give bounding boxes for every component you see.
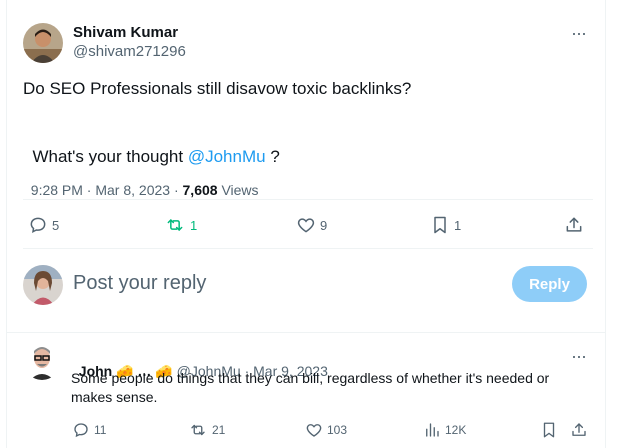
tweet-meta: 9:28 PM · Mar 8, 2023 · 7,608 Views <box>23 166 259 198</box>
share-icon <box>566 217 582 232</box>
tweet-text-prefix: What's your thought <box>32 147 188 166</box>
heart-icon <box>306 424 322 437</box>
reply-author-avatar-image <box>24 344 60 380</box>
reply-author-avatar[interactable] <box>24 344 60 380</box>
reply-action[interactable]: 5 <box>28 215 59 235</box>
views-icon <box>426 423 439 437</box>
share-icon <box>572 423 586 436</box>
reply-like-count: 103 <box>327 423 348 437</box>
views-count: 7,608 <box>182 182 218 198</box>
heart-icon <box>297 218 315 233</box>
reply-more-button[interactable]: ··· <box>571 347 587 365</box>
retweet-count: 1 <box>190 217 198 233</box>
reply-views-count: 12K <box>445 423 467 437</box>
views-label: Views <box>217 182 259 198</box>
divider-actions <box>23 248 593 249</box>
tweet-text-suffix: ? <box>265 147 280 166</box>
reply-icon <box>74 423 88 438</box>
reply-reply-count: 11 <box>94 423 107 437</box>
retweet-icon <box>167 219 183 231</box>
compose-avatar-image <box>23 265 63 305</box>
divider-compose <box>7 332 605 333</box>
reply-retweet-action[interactable]: 21 <box>188 421 225 439</box>
bookmark-icon <box>434 216 446 234</box>
tweet-text-line1: Do SEO Professionals still disavow toxic… <box>23 79 412 98</box>
reply-text: Some people do things that they can bill… <box>71 370 550 405</box>
mention-link[interactable]: @JohnMu <box>188 147 266 166</box>
bookmark-count: 1 <box>454 217 462 233</box>
compose-avatar[interactable] <box>23 265 63 305</box>
author-avatar[interactable] <box>23 23 63 63</box>
compose-input[interactable]: Post your reply <box>73 272 206 295</box>
retweet-action[interactable]: 1 <box>164 215 197 235</box>
tweet-text-line2: What's your thought @JohnMu ? <box>23 127 280 167</box>
like-action[interactable]: 9 <box>296 215 327 235</box>
reply-bookmark-action[interactable] <box>540 421 558 439</box>
reply-icon <box>30 217 46 233</box>
tweet-timestamp[interactable]: 9:28 PM · Mar 8, 2023 · <box>31 182 183 198</box>
reply-share-action[interactable] <box>570 421 588 439</box>
share-action[interactable] <box>564 215 584 235</box>
tweet-more-button[interactable]: ··· <box>571 24 587 42</box>
author-name[interactable]: Shivam Kumar <box>73 24 178 41</box>
reply-button[interactable]: Reply <box>512 266 587 302</box>
reply-reply-action[interactable]: 11 <box>72 421 106 439</box>
like-count: 9 <box>320 217 328 233</box>
reply-count: 5 <box>52 217 60 233</box>
retweet-icon <box>191 424 205 436</box>
author-avatar-image <box>23 23 63 63</box>
reply-views-action[interactable]: 12K <box>423 421 466 439</box>
bookmark-action[interactable]: 1 <box>430 215 461 235</box>
author-handle[interactable]: @shivam271296 <box>73 43 186 60</box>
divider-top <box>23 199 593 200</box>
reply-retweet-count: 21 <box>212 423 226 437</box>
reply-like-action[interactable]: 103 <box>305 421 347 439</box>
bookmark-icon <box>543 422 555 438</box>
